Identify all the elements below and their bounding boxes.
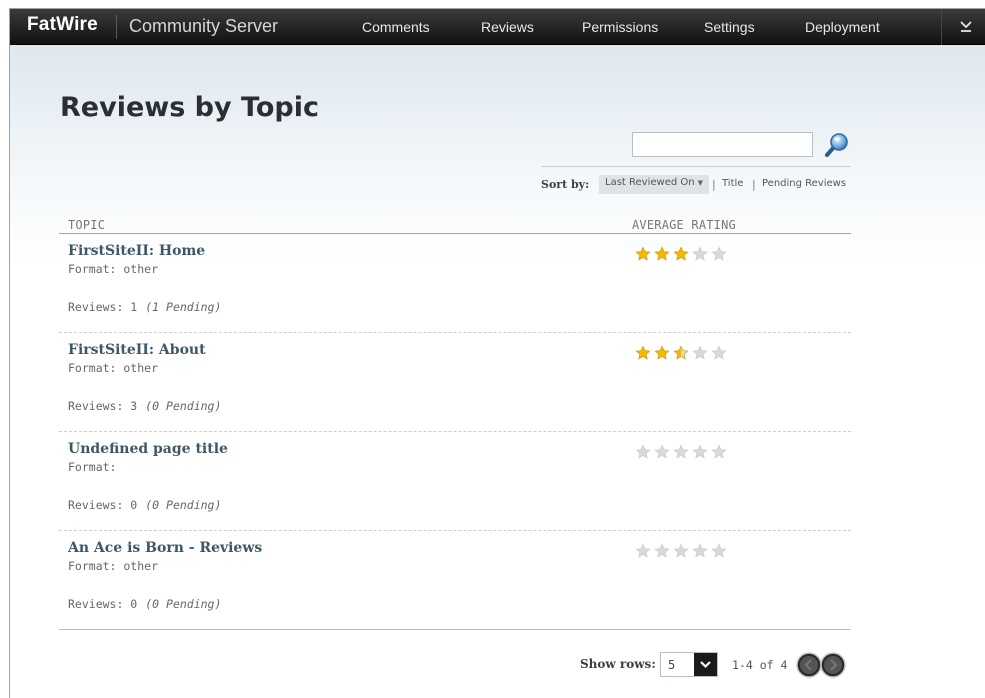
table-row: FirstSiteII: About Format: other Reviews… (59, 333, 851, 432)
topic-title-link[interactable]: Undefined page title (68, 441, 228, 457)
sort-separator: | (712, 178, 716, 191)
star-icon (692, 345, 708, 360)
top-navigation-bar: FatWire Community Server Comments Review… (10, 9, 985, 45)
chevron-down-icon (700, 661, 711, 669)
star-icon (635, 345, 651, 360)
brand-divider (116, 15, 117, 39)
search-input[interactable] (632, 132, 813, 157)
app-frame: FatWire Community Server Comments Review… (9, 8, 985, 698)
topic-format: Format: other (68, 559, 159, 573)
star-icon (692, 246, 708, 261)
star-icon (673, 246, 689, 261)
rating-column-header: AVERAGE RATING (632, 218, 736, 232)
next-icon[interactable] (820, 652, 846, 678)
topic-review-count: Reviews: 0 (0 Pending) (68, 597, 221, 611)
star-icon (673, 543, 689, 558)
star-icon (673, 345, 689, 360)
pending-count: (1 Pending) (145, 300, 222, 314)
star-icon (635, 246, 651, 261)
sort-by-pending-link[interactable]: Pending Reviews (762, 178, 846, 189)
topic-format: Format: other (68, 361, 159, 375)
dropdown-arrow-button[interactable] (694, 653, 717, 676)
sort-by-title-link[interactable]: Title (722, 178, 743, 189)
star-icon (654, 345, 670, 360)
page-title: Reviews by Topic (60, 92, 319, 123)
star-rating (635, 444, 727, 460)
nav-permissions[interactable]: Permissions (582, 19, 658, 35)
star-icon (654, 246, 670, 261)
nav-deployment[interactable]: Deployment (805, 19, 880, 35)
nav-reviews[interactable]: Reviews (481, 19, 534, 35)
star-icon (711, 543, 727, 558)
star-icon (692, 444, 708, 459)
star-icon (635, 543, 651, 558)
star-icon (711, 444, 727, 459)
topic-format: Format: (68, 460, 117, 474)
star-icon (673, 444, 689, 459)
pending-count: (0 Pending) (145, 399, 222, 413)
review-count-text: Reviews: 0 (68, 498, 138, 512)
review-count-text: Reviews: 3 (68, 399, 138, 413)
pagination-bar: Show rows: 5 1-4 of 4 (580, 652, 860, 678)
sort-separator: | (752, 178, 756, 191)
magnifier-icon[interactable] (821, 130, 851, 160)
topic-review-count: Reviews: 0 (0 Pending) (68, 498, 221, 512)
brand-logo[interactable]: FatWire (27, 14, 98, 36)
sort-label: Sort by: (541, 178, 590, 191)
star-rating (635, 345, 727, 361)
sort-dropdown[interactable]: Last Reviewed On ▼ (599, 175, 709, 194)
topic-title-link[interactable]: An Ace is Born - Reviews (68, 540, 262, 556)
review-count-text: Reviews: 0 (68, 597, 138, 611)
rows-per-page-value: 5 (668, 658, 676, 672)
topic-format: Format: other (68, 262, 159, 276)
topic-title-link[interactable]: FirstSiteII: About (68, 342, 206, 358)
rows-per-page-select[interactable]: 5 (660, 652, 718, 677)
star-icon (692, 543, 708, 558)
review-count-text: Reviews: 1 (68, 300, 138, 314)
nav-settings[interactable]: Settings (704, 19, 755, 35)
star-icon (654, 444, 670, 459)
row-divider (59, 629, 851, 630)
show-rows-label: Show rows: (580, 657, 656, 671)
page-range: 1-4 of 4 (732, 658, 788, 672)
star-rating (635, 543, 727, 559)
star-icon (711, 345, 727, 360)
table-row: An Ace is Born - Reviews Format: other R… (59, 531, 851, 630)
star-icon (635, 444, 651, 459)
topic-review-count: Reviews: 3 (0 Pending) (68, 399, 221, 413)
star-rating (635, 246, 727, 262)
nav-comments[interactable]: Comments (362, 19, 430, 35)
pending-count: (0 Pending) (145, 597, 222, 611)
table-row: FirstSiteII: Home Format: other Reviews:… (59, 234, 851, 333)
table-row: Undefined page title Format: Reviews: 0 (… (59, 432, 851, 531)
sort-divider (541, 166, 851, 167)
pending-count: (0 Pending) (145, 498, 222, 512)
topic-column-header: TOPIC (68, 218, 106, 232)
prev-icon[interactable] (796, 652, 822, 678)
product-name: Community Server (129, 16, 279, 36)
sort-bar: Sort by: Last Reviewed On ▼ | Title | Pen… (541, 175, 861, 195)
star-icon (711, 246, 727, 261)
topic-title-link[interactable]: FirstSiteII: Home (68, 243, 205, 259)
nav-divider (941, 9, 942, 45)
caret-down-icon: ▼ (697, 179, 703, 187)
topic-review-count: Reviews: 1 (1 Pending) (68, 300, 221, 314)
star-icon (654, 543, 670, 558)
sort-selected-value: Last Reviewed On (605, 177, 695, 188)
chevron-down-icon[interactable] (958, 18, 974, 34)
